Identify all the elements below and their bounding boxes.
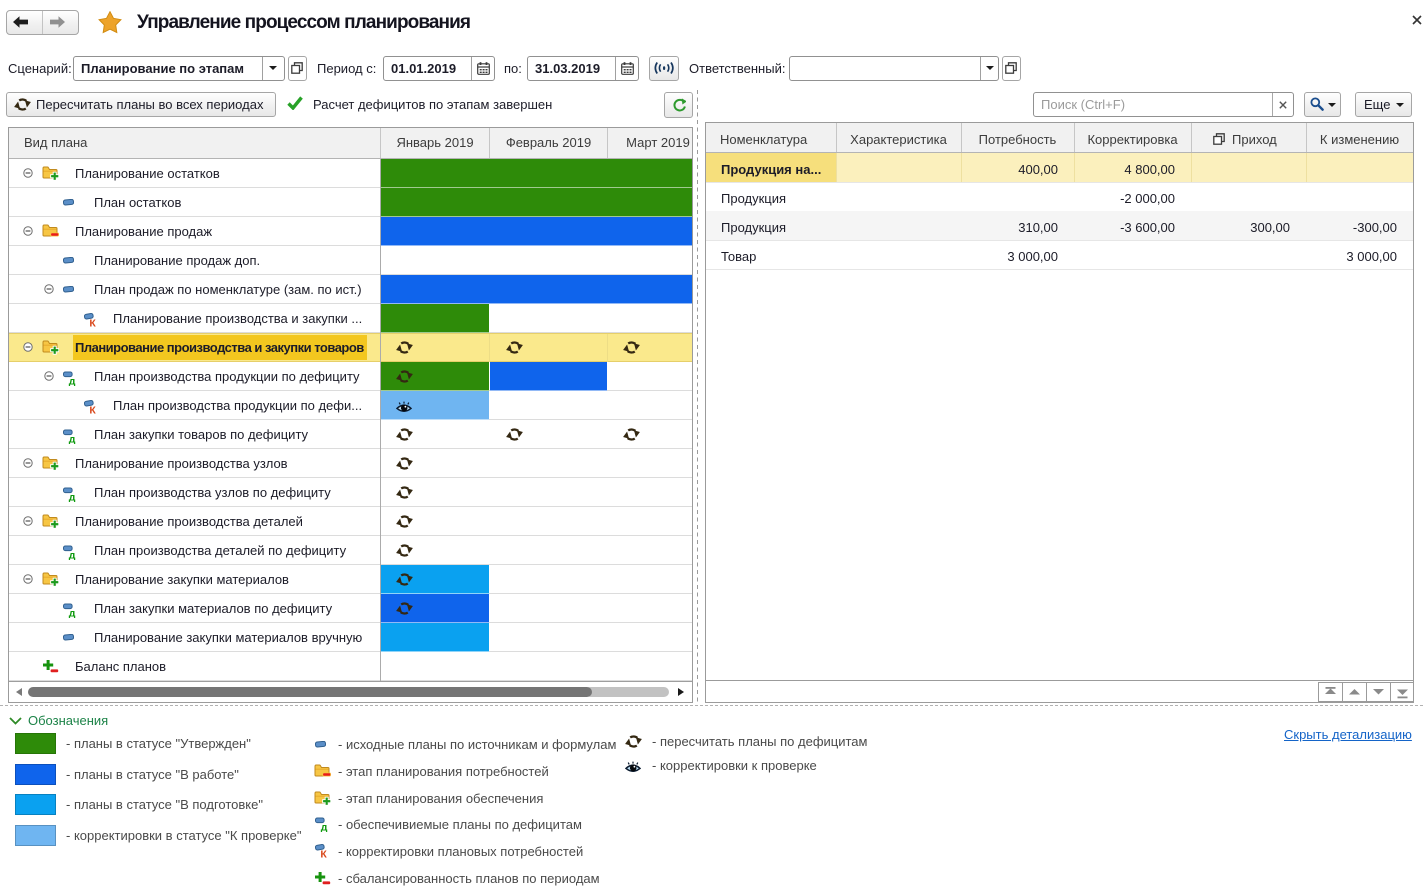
svg-text:д: д <box>69 434 76 445</box>
svg-text:д: д <box>321 822 328 833</box>
svg-text:д: д <box>69 550 76 561</box>
svg-text:К: К <box>320 849 327 860</box>
svg-text:К: К <box>89 318 96 329</box>
svg-text:д: д <box>69 608 76 619</box>
svg-text:д: д <box>69 492 76 503</box>
svg-text:К: К <box>89 405 96 416</box>
svg-text:д: д <box>69 376 76 387</box>
